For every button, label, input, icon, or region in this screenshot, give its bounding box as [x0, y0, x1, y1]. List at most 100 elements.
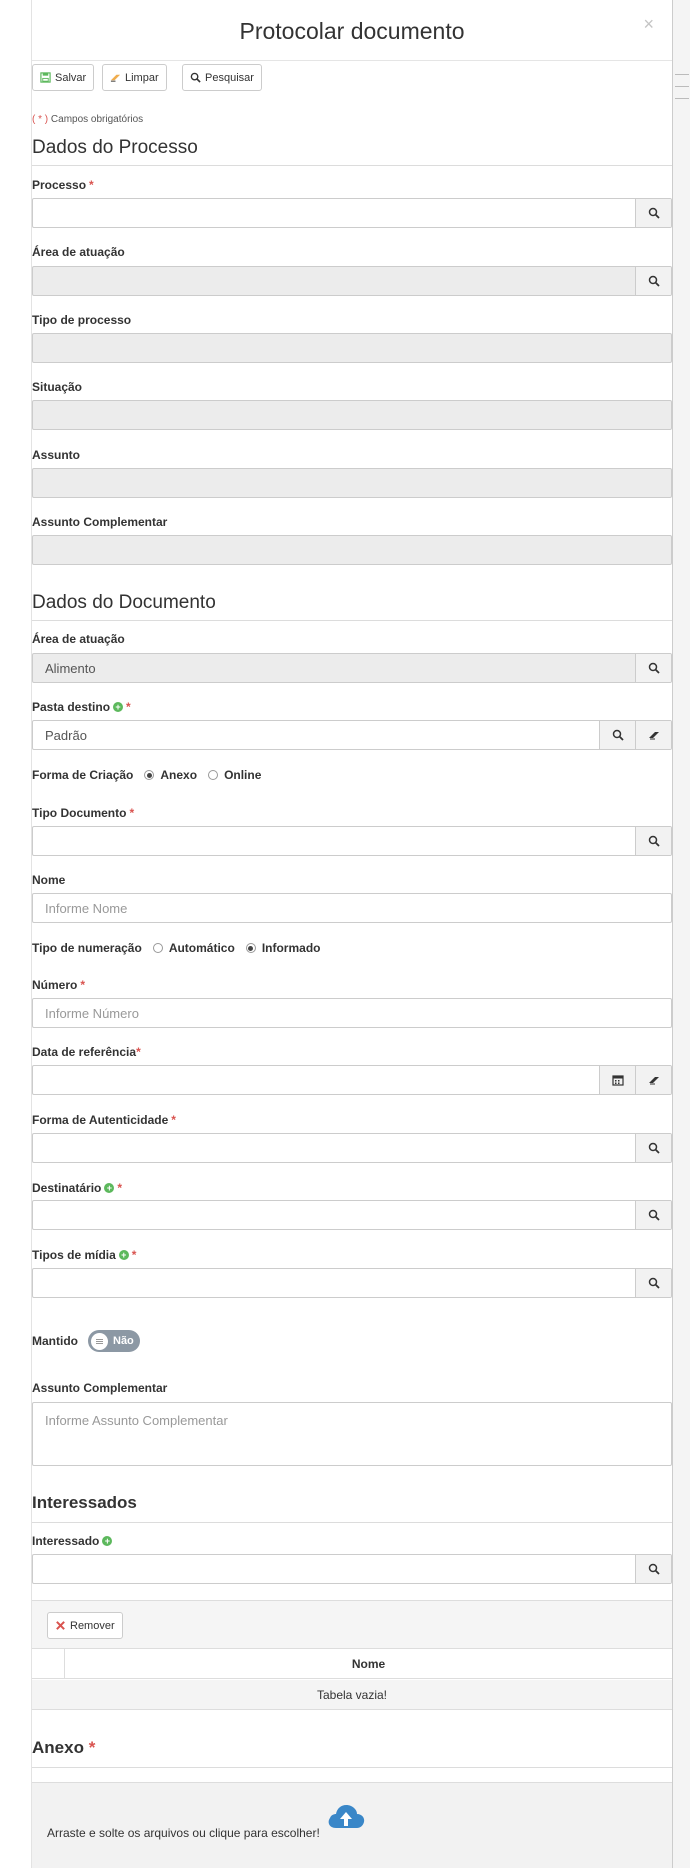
search-button[interactable]: Pesquisar — [182, 64, 262, 91]
kept-toggle-label: Não — [113, 1335, 134, 1347]
name-field[interactable]: Informe Nome — [32, 893, 672, 923]
required-fields-note: ( * ) Campos obrigatórios — [32, 114, 144, 125]
creation-option-anexo[interactable]: Anexo — [144, 768, 197, 782]
subject-label: Assunto — [32, 448, 80, 462]
search-icon — [648, 662, 660, 674]
media-types-field[interactable] — [32, 1268, 672, 1298]
name-input[interactable]: Informe Nome — [33, 894, 671, 922]
plus-circle-icon[interactable]: + — [113, 702, 124, 712]
folder-value[interactable]: Padrão — [33, 721, 599, 749]
calendar-icon — [611, 1075, 624, 1086]
clear-button[interactable]: Limpar — [102, 64, 167, 91]
interested-table-header: Nome — [32, 1648, 672, 1679]
name-label: Nome — [32, 873, 66, 887]
authenticity-search-button[interactable] — [635, 1134, 671, 1162]
doc-type-input[interactable] — [33, 827, 635, 855]
subject-field — [32, 468, 672, 498]
eraser-icon — [648, 1077, 659, 1085]
ref-date-field[interactable] — [32, 1065, 672, 1095]
situation-field — [32, 400, 672, 430]
media-types-input[interactable] — [33, 1269, 635, 1297]
process-complement-field — [32, 535, 672, 565]
ref-date-clear-button[interactable] — [635, 1066, 671, 1094]
search-icon — [648, 207, 660, 219]
folder-clear-button[interactable] — [635, 721, 671, 749]
dropzone-text: Arraste e solte os arquivos ou clique pa… — [47, 1826, 320, 1840]
process-field[interactable] — [32, 198, 672, 228]
divider — [32, 1522, 672, 1523]
calendar-button[interactable] — [599, 1066, 635, 1094]
process-complement-label: Assunto Complementar — [32, 515, 168, 529]
background-scroll-strip — [672, 0, 690, 1868]
numbering-option-automatic[interactable]: Automático — [152, 941, 235, 955]
number-field[interactable]: Informe Número — [32, 998, 672, 1028]
document-area-label: Área de atuação — [32, 632, 125, 646]
file-dropzone[interactable]: Arraste e solte os arquivos ou clique pa… — [32, 1782, 672, 1868]
numbering-type-group: Tipo de numeração Automático Informado — [32, 941, 321, 955]
plus-circle-icon[interactable]: + — [102, 1536, 113, 1546]
modal-title: Protocolar documento — [239, 18, 465, 44]
plus-circle-icon[interactable]: + — [118, 1250, 129, 1260]
recipient-label: Destinatário + * — [32, 1181, 123, 1195]
ref-date-input[interactable] — [33, 1066, 599, 1094]
creation-option-online[interactable]: Online — [208, 768, 261, 782]
process-label: Processo * — [32, 178, 94, 192]
recipient-field[interactable] — [32, 1200, 672, 1230]
interested-input[interactable] — [33, 1555, 635, 1583]
interested-table-toolbar: Remover — [32, 1600, 672, 1648]
save-button[interactable]: Salvar — [32, 64, 95, 91]
recipient-input[interactable] — [33, 1201, 635, 1229]
search-icon — [648, 1277, 660, 1289]
radio-anexo[interactable] — [144, 770, 155, 780]
process-area-search-button[interactable] — [635, 267, 671, 295]
interested-section-title: Interessados — [32, 1493, 137, 1512]
radio-automatic[interactable] — [152, 943, 163, 953]
media-types-label: Tipos de mídia + * — [32, 1248, 137, 1262]
media-types-search-button[interactable] — [635, 1269, 671, 1297]
process-area-input — [33, 267, 635, 295]
clear-label: Limpar — [125, 71, 159, 84]
doc-type-field[interactable] — [32, 826, 672, 856]
doc-type-search-button[interactable] — [635, 827, 671, 855]
process-type-field — [32, 333, 672, 363]
folder-search-button[interactable] — [599, 721, 635, 749]
recipient-search-button[interactable] — [635, 1201, 671, 1229]
select-column — [32, 1649, 65, 1679]
process-area-field — [32, 266, 672, 296]
radio-online[interactable] — [208, 770, 219, 780]
radio-informed[interactable] — [245, 943, 256, 953]
name-column-header[interactable]: Nome — [65, 1649, 672, 1679]
interested-field[interactable] — [32, 1554, 672, 1584]
process-area-label: Área de atuação — [32, 245, 125, 259]
interested-search-button[interactable] — [635, 1555, 671, 1583]
process-search-button[interactable] — [635, 199, 671, 227]
document-complement-textarea[interactable]: Informe Assunto Complementar — [32, 1402, 672, 1466]
search-icon — [648, 835, 660, 847]
authenticity-input[interactable] — [33, 1134, 635, 1162]
background-left-strip — [0, 0, 32, 1868]
authenticity-field[interactable] — [32, 1133, 672, 1163]
process-input[interactable] — [33, 199, 635, 227]
divider — [32, 620, 672, 621]
plus-circle-icon[interactable]: + — [104, 1183, 115, 1193]
save-icon — [40, 72, 51, 83]
numbering-option-informed[interactable]: Informado — [245, 941, 320, 955]
kept-label: Mantido — [32, 1334, 78, 1348]
process-section-title: Dados do Processo — [32, 137, 198, 158]
remove-button[interactable]: Remover — [47, 1612, 123, 1639]
save-label: Salvar — [55, 71, 87, 84]
document-area-search-button[interactable] — [635, 654, 671, 682]
document-area-value: Alimento — [45, 660, 96, 676]
divider — [32, 165, 672, 166]
eraser-icon — [110, 74, 121, 82]
search-icon — [648, 1142, 660, 1154]
close-icon[interactable]: × — [643, 14, 654, 35]
search-icon — [612, 729, 624, 741]
process-type-label: Tipo de processo — [32, 313, 132, 327]
folder-field[interactable]: Padrão — [32, 720, 672, 750]
kept-toggle[interactable]: Não — [88, 1330, 140, 1352]
situation-label: Situação — [32, 380, 83, 394]
cloud-upload-icon — [328, 1804, 365, 1828]
search-label: Pesquisar — [205, 71, 254, 84]
number-input[interactable]: Informe Número — [33, 999, 671, 1027]
